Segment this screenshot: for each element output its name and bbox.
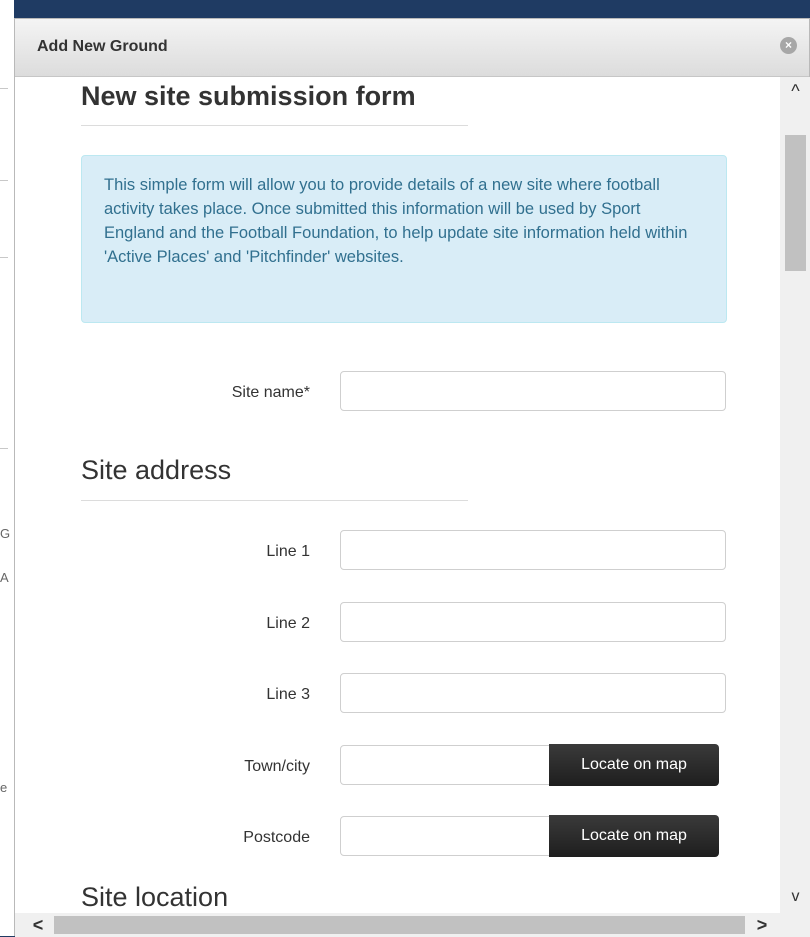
locate-town-button[interactable]: Locate on map (549, 744, 719, 786)
scroll-left-icon[interactable]: < (23, 913, 53, 937)
postcode-label: Postcode (243, 829, 310, 846)
site-name-input[interactable] (340, 371, 726, 411)
postcode-input[interactable] (340, 816, 550, 856)
background-divider (0, 448, 8, 449)
line2-input[interactable] (340, 602, 726, 642)
address-divider (81, 500, 468, 501)
background-text: e (0, 780, 8, 795)
scroll-up-icon[interactable]: ^ (780, 79, 810, 103)
add-ground-dialog: Add New Ground × New site submission for… (14, 18, 810, 937)
horizontal-scroll-thumb[interactable] (54, 916, 745, 934)
vertical-scroll-thumb[interactable] (785, 135, 806, 271)
dialog-title: Add New Ground (37, 38, 168, 55)
town-label: Town/city (244, 758, 310, 775)
horizontal-scrollbar[interactable]: < > (15, 913, 810, 937)
background-text: A (0, 570, 9, 585)
background-text: G (0, 526, 11, 541)
site-address-heading: Site address (81, 455, 232, 485)
scroll-right-icon[interactable]: > (747, 913, 777, 937)
site-name-label: Site name* (231, 384, 310, 401)
heading-divider (81, 125, 468, 126)
locate-postcode-button[interactable]: Locate on map (549, 815, 719, 857)
background-divider (0, 257, 8, 258)
form-content: New site submission form This simple for… (15, 77, 780, 913)
line3-label: Line 3 (266, 686, 310, 703)
line3-input[interactable] (340, 673, 726, 713)
background-page: G A e (0, 0, 14, 936)
line2-label: Line 2 (266, 615, 310, 632)
form-heading: New site submission form (81, 81, 416, 111)
info-alert: This simple form will allow you to provi… (81, 155, 727, 323)
vertical-scrollbar[interactable]: ^ v (780, 77, 810, 913)
close-icon[interactable]: × (780, 37, 797, 54)
town-input[interactable] (340, 745, 550, 785)
line1-input[interactable] (340, 530, 726, 570)
site-location-heading: Site location (81, 882, 229, 912)
background-divider (0, 88, 8, 89)
scroll-down-icon[interactable]: v (780, 885, 810, 909)
dialog-titlebar[interactable]: Add New Ground × (15, 19, 809, 77)
background-divider (0, 180, 8, 181)
line1-label: Line 1 (266, 543, 310, 560)
